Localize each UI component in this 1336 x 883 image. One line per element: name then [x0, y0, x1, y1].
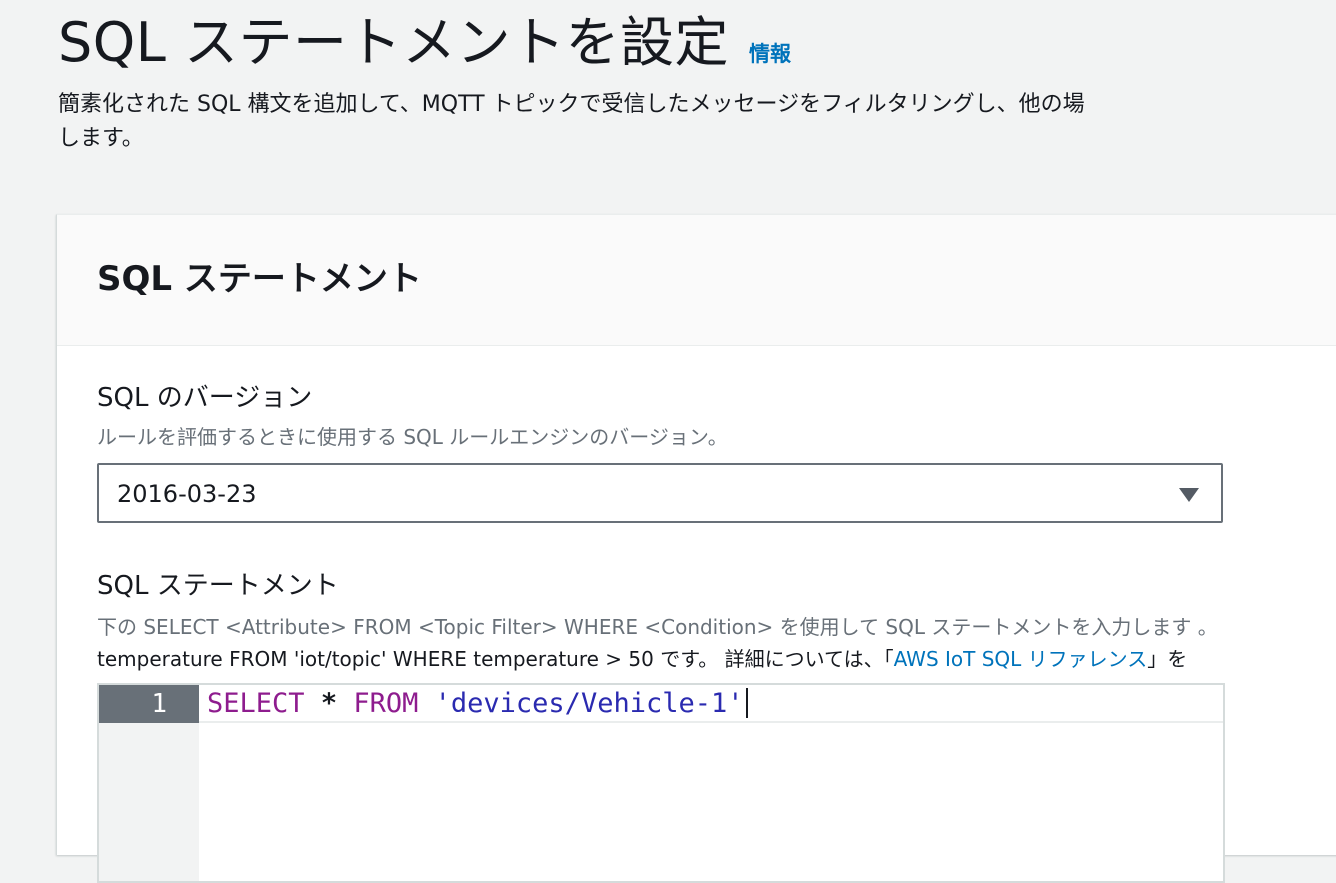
title-row: SQL ステートメントを設定 情報 [58, 10, 1336, 76]
sql-version-select[interactable]: 2016-03-23 [97, 463, 1223, 523]
code-line-1[interactable]: SELECT * FROM 'devices/Vehicle-1' [207, 687, 748, 721]
page-description-line-1: 簡素化された SQL 構文を追加して、MQTT トピックで受信したメッセージをフ… [58, 92, 1085, 117]
sql-statement-description-line-2: temperature FROM 'iot/topic' WHERE tempe… [97, 643, 1336, 675]
panel-header: SQL ステートメント [57, 215, 1336, 346]
sql-code-editor[interactable]: 1 SELECT * FROM 'devices/Vehicle-1' [97, 683, 1225, 883]
sql-statement-panel: SQL ステートメント SQL のバージョン ルールを評価するときに使用する S… [56, 214, 1336, 883]
text-cursor [745, 688, 748, 718]
info-link[interactable]: 情報 [749, 38, 791, 68]
description-text-suffix: 」を [1147, 647, 1188, 671]
page-description-line-2: します。 [58, 126, 144, 151]
sql-reference-link[interactable]: AWS IoT SQL リファレンス [894, 647, 1148, 671]
page-title: SQL ステートメントを設定 [58, 11, 730, 74]
line-number: 1 [151, 689, 167, 719]
keyword-from: FROM [353, 688, 419, 719]
sql-version-description: ルールを評価するときに使用する SQL ルールエンジンのバージョン。 [97, 425, 728, 449]
string-topic: 'devices/Vehicle-1' [434, 688, 744, 719]
page-description: 簡素化された SQL 構文を追加して、MQTT トピックで受信したメッセージをフ… [58, 88, 1336, 156]
description-text: temperature FROM 'iot/topic' WHERE tempe… [97, 647, 894, 671]
sql-version-selected-value: 2016-03-23 [117, 480, 257, 508]
gutter-active-line: 1 [99, 685, 199, 723]
page-header: SQL ステートメントを設定 情報 [58, 10, 1336, 76]
panel-title: SQL ステートメント [97, 259, 422, 299]
sql-statement-label: SQL ステートメント [97, 571, 339, 601]
keyword-select: SELECT [207, 688, 305, 719]
sql-version-label: SQL のバージョン [97, 383, 313, 413]
caret-down-icon [1179, 488, 1199, 502]
operator-star: * [320, 688, 338, 719]
editor-gutter: 1 [99, 685, 199, 881]
sql-statement-description-line-1: 下の SELECT <Attribute> FROM <Topic Filter… [97, 615, 1218, 639]
